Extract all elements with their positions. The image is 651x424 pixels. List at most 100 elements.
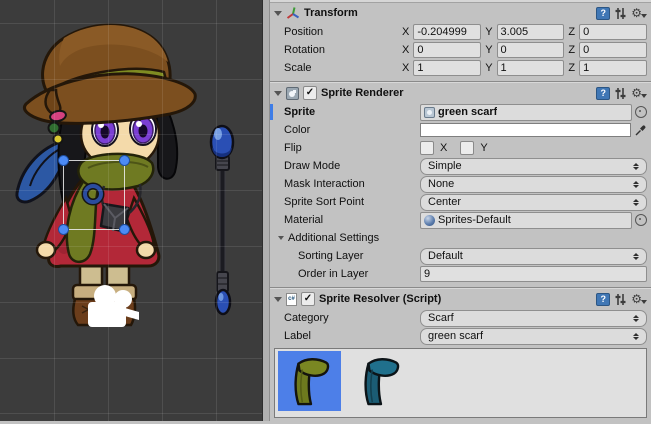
object-picker-icon[interactable] (635, 214, 647, 226)
sprite-row: Sprite green scarf (270, 103, 651, 121)
sprite-resolver-component: c# Sprite Resolver (Script) ? ⚙ Category… (270, 289, 651, 418)
flip-y-checkbox[interactable] (460, 141, 474, 155)
preset-icon[interactable] (614, 87, 627, 100)
material-row: Material Sprites-Default (270, 211, 651, 229)
flip-y-label: Y (477, 142, 497, 154)
selection-handle (59, 225, 69, 235)
category-label: Category (284, 312, 420, 324)
position-row: Position X Y Z (270, 23, 651, 41)
axis-x-label: X (400, 44, 411, 56)
sorting-layer-label: Sorting Layer (298, 250, 420, 262)
flip-label: Flip (284, 142, 420, 154)
color-row: Color (270, 121, 651, 139)
material-sphere-icon (424, 215, 435, 226)
sprite-resolver-header[interactable]: c# Sprite Resolver (Script) ? ⚙ (270, 289, 651, 309)
foldout-arrow-icon[interactable] (274, 91, 282, 96)
scale-x-field[interactable] (413, 60, 481, 76)
category-dropdown[interactable]: Scarf (420, 310, 647, 327)
selection-handle (120, 156, 130, 166)
axis-x-label: X (400, 26, 411, 38)
draw-mode-dropdown[interactable]: Simple (420, 158, 647, 175)
transform-icon (286, 6, 300, 20)
axis-y-label: Y (483, 44, 494, 56)
transform-header[interactable]: Transform ? ⚙ (270, 3, 651, 23)
scale-z-field[interactable] (579, 60, 647, 76)
mask-interaction-row: Mask Interaction None (270, 175, 651, 193)
blue-scarf-image (355, 353, 405, 409)
green-scarf-image (285, 353, 335, 409)
sprite-sort-point-row: Sprite Sort Point Center (270, 193, 651, 211)
position-x-field[interactable] (413, 24, 481, 40)
order-in-layer-field[interactable] (420, 266, 647, 282)
script-icon: c# (286, 293, 297, 306)
sprite-asset-icon (424, 107, 435, 118)
material-object-field[interactable]: Sprites-Default (420, 212, 632, 229)
sprite-value: green scarf (438, 106, 497, 118)
scene-canvas (0, 0, 262, 421)
preset-icon[interactable] (614, 7, 627, 20)
sorting-layer-dropdown[interactable]: Default (420, 248, 647, 265)
axis-y-label: Y (483, 26, 494, 38)
order-in-layer-label: Order in Layer (298, 268, 420, 280)
rotation-y-field[interactable] (497, 42, 565, 58)
label-dropdown[interactable]: green scarf (420, 328, 647, 345)
position-z-field[interactable] (579, 24, 647, 40)
sprite-label: Sprite (284, 106, 420, 118)
position-label: Position (284, 26, 400, 38)
rotation-row: Rotation X Y Z (270, 41, 651, 59)
flip-row: Flip X Y (270, 139, 651, 157)
inspector-panel: Transform ? ⚙ Position X Y Z (270, 0, 651, 421)
rotation-z-field[interactable] (579, 42, 647, 58)
component-enabled-checkbox[interactable] (303, 86, 317, 100)
component-enabled-checkbox[interactable] (301, 292, 315, 306)
component-divider (270, 283, 651, 289)
axis-x-label: X (400, 62, 411, 74)
material-label: Material (284, 214, 420, 226)
flip-x-checkbox[interactable] (420, 141, 434, 155)
dropdown-arrows-icon (633, 253, 639, 260)
help-icon[interactable]: ? (596, 87, 610, 100)
axis-z-label: Z (566, 26, 577, 38)
scene-view[interactable] (0, 0, 262, 421)
material-value: Sprites-Default (438, 214, 511, 226)
dropdown-arrows-icon (633, 199, 639, 206)
selection-handle (120, 225, 130, 235)
draw-mode-row: Draw Mode Simple (270, 157, 651, 175)
selection-handle (59, 156, 69, 166)
scale-y-field[interactable] (497, 60, 565, 76)
sprite-sort-point-dropdown[interactable]: Center (420, 194, 647, 211)
thumbnail-green-scarf[interactable] (278, 351, 341, 411)
thumbnail-blue-scarf[interactable] (348, 351, 411, 411)
rotation-x-field[interactable] (413, 42, 481, 58)
gear-icon[interactable]: ⚙ (631, 87, 647, 100)
sorting-layer-row: Sorting Layer Default (270, 247, 651, 265)
dropdown-arrows-icon (633, 333, 639, 340)
dropdown-arrows-icon (633, 181, 639, 188)
position-y-field[interactable] (497, 24, 565, 40)
sprite-renderer-header[interactable]: Sprite Renderer ? ⚙ (270, 83, 651, 103)
foldout-arrow-icon[interactable] (274, 11, 282, 16)
gear-icon[interactable]: ⚙ (631, 7, 647, 20)
rotation-label: Rotation (284, 44, 400, 56)
help-icon[interactable]: ? (596, 293, 610, 306)
flip-x-label: X (437, 142, 457, 154)
sprite-object-field[interactable]: green scarf (420, 104, 632, 121)
color-label: Color (284, 124, 420, 136)
sprite-resolver-title: Sprite Resolver (Script) (319, 293, 441, 305)
axis-z-label: Z (566, 62, 577, 74)
eyedropper-icon[interactable] (634, 124, 647, 137)
help-icon[interactable]: ? (596, 7, 610, 20)
panel-splitter[interactable] (262, 0, 270, 421)
gear-icon[interactable]: ⚙ (631, 293, 647, 306)
preset-icon[interactable] (614, 293, 627, 306)
mask-interaction-dropdown[interactable]: None (420, 176, 647, 193)
foldout-arrow-icon[interactable] (274, 297, 282, 302)
transform-title: Transform (304, 7, 358, 19)
additional-settings-row: Additional Settings (270, 229, 651, 247)
sprite-renderer-title: Sprite Renderer (321, 87, 404, 99)
color-swatch[interactable] (420, 123, 631, 137)
object-picker-icon[interactable] (635, 106, 647, 118)
order-in-layer-row: Order in Layer (270, 265, 651, 283)
label-label: Label (284, 330, 420, 342)
mask-interaction-label: Mask Interaction (284, 178, 420, 190)
